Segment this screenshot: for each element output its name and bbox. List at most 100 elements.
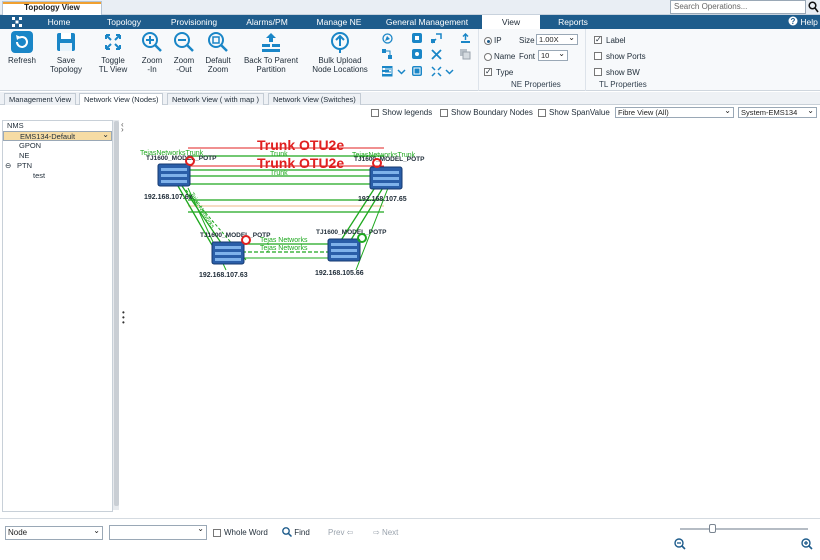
tab-management-view[interactable]: Management View [4, 93, 76, 105]
node-square-icon[interactable] [412, 33, 423, 44]
tab-network-view-nodes[interactable]: Network View (Nodes) [79, 93, 164, 105]
show-ports-checkbox[interactable] [594, 52, 602, 60]
ne-node-4[interactable]: TJ1600_MODEL_POTP 192.168.105.66 [315, 229, 387, 277]
tree-item-label: EMS134-Default [20, 132, 76, 141]
tree-item-ptn[interactable]: ⊖ PTN [3, 161, 112, 171]
menu-home[interactable]: Home [28, 15, 90, 29]
map-options-row: Show legends Show Boundary Nodes Show Sp… [0, 106, 820, 120]
tree-scrollbar-thumb[interactable] [114, 121, 119, 506]
search-operations-input[interactable]: Search Operations... [670, 0, 806, 14]
menu-manage-ne[interactable]: Manage NE [304, 15, 374, 29]
fibre-view-select[interactable]: Fibre View (All) [615, 106, 734, 118]
node-group-icon[interactable] [412, 49, 423, 60]
map-zoom-in-icon[interactable] [801, 538, 813, 550]
whole-word-label: Whole Word [224, 528, 268, 537]
show-spanvalue-checkbox[interactable] [538, 109, 546, 117]
back-to-parent-partition-button[interactable]: Back To Parent Partition [240, 31, 302, 74]
show-bw-label: show BW [606, 68, 640, 77]
tab-network-view-with-map[interactable]: Network View ( with map ) [167, 93, 264, 105]
type-checkbox-label: Type [496, 68, 514, 77]
help-icon: ? [788, 16, 798, 26]
copy-icon[interactable] [460, 49, 471, 60]
grid-layout-icon[interactable] [382, 49, 393, 60]
zoom-slider-thumb[interactable] [709, 524, 716, 533]
font-select[interactable]: 10 [538, 49, 568, 61]
back-to-parent-label-2: Partition [256, 65, 286, 74]
splitter-grip-icon[interactable]: • • • [122, 309, 125, 330]
ne-node-1[interactable]: TJ1600_MODEL_POTP 192.168.107.6x [144, 155, 217, 201]
search-icon[interactable] [808, 1, 819, 13]
tree-item-label: NE [19, 151, 30, 160]
default-zoom-button[interactable]: Default Zoom [202, 31, 234, 74]
find-input[interactable] [109, 524, 207, 540]
name-radio[interactable] [484, 53, 492, 61]
ne-node-2[interactable]: TJ1600_MODEL_POTP 192.168.107.65 [354, 156, 425, 203]
whole-word-checkbox[interactable] [213, 529, 221, 537]
menu-alarms-pm[interactable]: Alarms/PM [232, 15, 302, 29]
find-type-select[interactable]: Node [5, 525, 103, 540]
node-model-label: TJ1600_MODEL_POTP [200, 232, 271, 239]
show-spanvalue-label: Show SpanValue [549, 108, 610, 117]
list-view-icon[interactable] [382, 66, 393, 77]
topology-view-tab[interactable]: Topology View [2, 1, 102, 15]
prev-button[interactable]: Prev ⇦ [328, 528, 353, 537]
network-map[interactable]: Trunk OTU2e Trunk OTU2e Trunk Trunk Teja… [126, 120, 818, 512]
label-checkbox[interactable]: ✓ [594, 36, 602, 44]
save-topology-button[interactable]: Save Topology [46, 31, 86, 74]
help-label: Help [800, 17, 818, 27]
show-boundary-nodes-checkbox[interactable] [440, 109, 448, 117]
export-icon[interactable] [460, 33, 471, 44]
bulk-upload-node-locations-button[interactable]: Bulk Upload Node Locations [308, 31, 372, 74]
name-radio-label: Name [494, 52, 516, 61]
menu-provisioning[interactable]: Provisioning [158, 15, 230, 29]
expand-icon[interactable] [431, 66, 442, 77]
map-zoom-out-icon[interactable] [674, 538, 686, 550]
next-label: Next [381, 528, 399, 537]
upload-location-icon [331, 32, 349, 53]
node-model-label: TJ1600_MODEL_POTP [354, 156, 425, 163]
connect-icon[interactable] [431, 49, 442, 60]
tree-item-ne[interactable]: NE [3, 151, 112, 161]
zoom-slider-track[interactable] [680, 528, 808, 530]
partition-tree: NMS EMS134-Default GPON NE ⊖PTN test [2, 120, 113, 512]
next-arrow-icon: ⇨ [373, 528, 380, 537]
menu-reports[interactable]: Reports [542, 15, 604, 29]
tree-item-gpon[interactable]: GPON [3, 141, 112, 151]
system-select[interactable]: System-EMS134 [738, 106, 817, 118]
tree-item-ems134-default[interactable]: EMS134-Default [3, 130, 112, 141]
node-ip-label: 192.168.107.63 [199, 272, 248, 279]
help-link[interactable]: ? Help [788, 15, 818, 29]
menu-general-management[interactable]: General Management [376, 15, 478, 29]
tree-item-test[interactable]: test [3, 171, 112, 181]
chevron-down-icon[interactable] [396, 66, 407, 77]
toggle-tl-label-1: Toggle [101, 56, 125, 65]
app-grid-icon[interactable] [12, 17, 22, 29]
default-zoom-icon [208, 32, 228, 52]
node-ip-label: 192.168.105.66 [315, 270, 364, 277]
ip-radio[interactable] [484, 37, 492, 45]
size-select[interactable]: 1.00X [536, 33, 578, 45]
toggle-tl-view-button[interactable]: Toggle TL View [94, 31, 132, 74]
show-legends-checkbox[interactable] [371, 109, 379, 117]
collapse-icon[interactable]: ⊖ [5, 161, 17, 171]
compass-icon[interactable] [382, 33, 393, 44]
tab-network-view-switches[interactable]: Network View (Switches) [268, 93, 361, 105]
menu-view[interactable]: View [482, 15, 540, 29]
node-model-label: TJ1600_MODEL_POTP [146, 155, 217, 162]
show-bw-checkbox[interactable] [594, 68, 602, 76]
link-icon[interactable] [431, 33, 442, 44]
next-button[interactable]: ⇨ Next [373, 528, 398, 537]
tree-item-nms[interactable]: NMS [3, 121, 112, 131]
menu-topology[interactable]: Topology [92, 15, 156, 29]
collapse-panel-arrows[interactable]: ‹ › [121, 121, 125, 138]
tl-properties-title: TL Properties [599, 80, 647, 89]
type-checkbox[interactable]: ✓ [484, 68, 492, 76]
zoom-in-icon [142, 32, 162, 52]
zoom-in-button[interactable]: Zoom -In [138, 31, 166, 74]
node-select-icon[interactable] [412, 66, 423, 77]
refresh-button[interactable]: Refresh [6, 31, 38, 65]
chevron-down-icon-2[interactable] [444, 66, 455, 77]
find-button[interactable]: Find [282, 527, 310, 538]
zoom-out-button[interactable]: Zoom -Out [170, 31, 198, 74]
zoom-out-label-1: Zoom [173, 56, 195, 65]
